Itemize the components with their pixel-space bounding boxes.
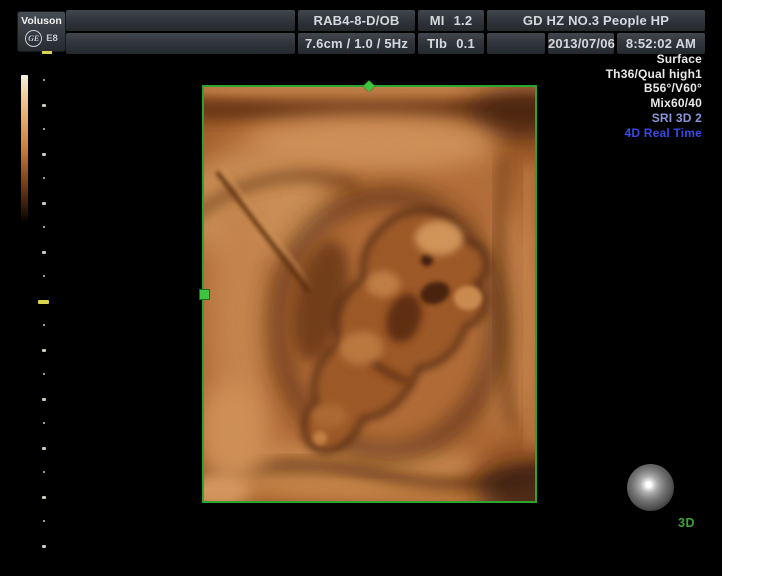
ruler-tick [42, 496, 46, 499]
render-box-handle-left[interactable] [199, 289, 210, 300]
setting-threshold: Th36/Qual high1 [606, 67, 702, 82]
ruler-tick [42, 545, 46, 548]
statusbar-blank-segment [66, 33, 295, 54]
ruler-tick [43, 177, 45, 179]
setting-angle: B56°/V60° [606, 81, 702, 96]
ruler-tick [42, 104, 46, 107]
mi-segment: MI 1.2 [418, 10, 484, 31]
probe-segment: RAB4-8-D/OB [298, 10, 415, 31]
statusbar-blank-segment [487, 33, 545, 54]
scan-params: 7.6cm / 1.0 / 5Hz [305, 36, 408, 51]
ultrasound-render [203, 86, 537, 503]
date-segment: 2013/07/06 [548, 33, 614, 54]
facility-segment: GD HZ NO.3 People HP [487, 10, 705, 31]
ruler-tick [43, 275, 45, 277]
ruler-tick [43, 520, 45, 522]
statusbar-blank-segment [66, 10, 295, 31]
ruler-tick [42, 447, 46, 450]
trackball-indicator [627, 464, 674, 511]
time-segment: 8:52:02 AM [617, 33, 705, 54]
ruler-tick [43, 373, 45, 375]
ruler-tick [42, 153, 46, 156]
scan-params-segment: 7.6cm / 1.0 / 5Hz [298, 33, 415, 54]
setting-mix: Mix60/40 [606, 96, 702, 111]
time-value: 8:52:02 AM [626, 36, 696, 51]
ruler-tick [42, 202, 46, 205]
mode-label-3d: 3D [678, 516, 695, 530]
setting-render-mode: Surface [606, 52, 702, 67]
ruler-tick [42, 398, 46, 401]
ti-label: TIb [427, 33, 447, 54]
settings-panel: Surface Th36/Qual high1 B56°/V60° Mix60/… [606, 52, 702, 140]
mi-label: MI [430, 10, 445, 31]
ruler-tick [43, 422, 45, 424]
focus-marker [38, 300, 49, 304]
depth-ruler [0, 0, 60, 576]
ruler-tick [43, 128, 45, 130]
facility-name: GD HZ NO.3 People HP [523, 13, 669, 28]
ruler-tick [42, 349, 46, 352]
ruler-tick [43, 226, 45, 228]
setting-sri: SRI 3D 2 [606, 111, 702, 126]
ultrasound-screen: RAB4-8-D/OB MI 1.2 GD HZ NO.3 People HP … [0, 0, 768, 576]
mi-value: 1.2 [454, 10, 473, 31]
ti-value: 0.1 [456, 33, 475, 54]
white-margin [722, 0, 768, 576]
setting-realtime: 4D Real Time [606, 126, 702, 141]
probe-name: RAB4-8-D/OB [314, 13, 400, 28]
ruler-tick [43, 79, 45, 81]
ruler-tick [43, 324, 45, 326]
ruler-tick [43, 471, 45, 473]
date-value: 2013/07/06 [548, 36, 615, 51]
ruler-tick [42, 251, 46, 254]
ti-segment: TIb 0.1 [418, 33, 484, 54]
